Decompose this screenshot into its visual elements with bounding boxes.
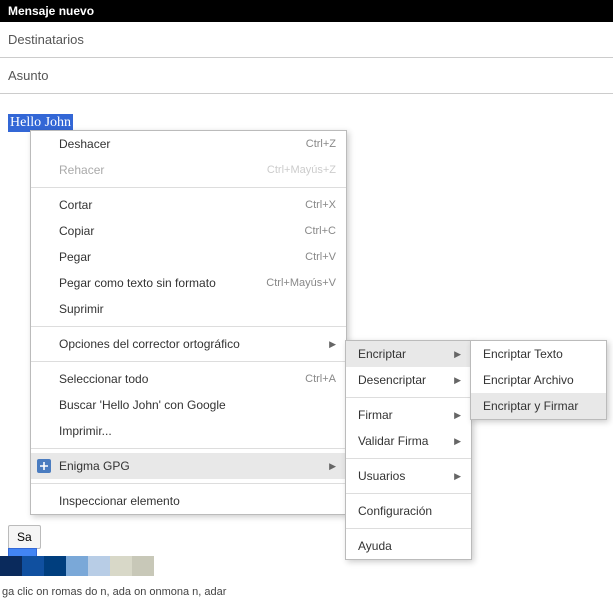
compose-toolbar: Sa <box>8 525 41 549</box>
menu-label: Pegar como texto sin formato <box>59 276 246 290</box>
chevron-right-icon: ▶ <box>454 410 461 421</box>
menu-shortcut: Ctrl+Mayús+V <box>266 277 336 289</box>
menu-label: Opciones del corrector ortográfico <box>59 337 321 351</box>
menu-shortcut: Ctrl+C <box>305 225 336 237</box>
enigma-submenu: Encriptar ▶ Desencriptar ▶ Firmar ▶ Vali… <box>345 340 472 560</box>
menu-inspect[interactable]: Inspeccionar elemento <box>31 488 346 514</box>
chevron-right-icon: ▶ <box>329 461 336 472</box>
save-button[interactable]: Sa <box>8 525 41 549</box>
menu-paste[interactable]: Pegar Ctrl+V <box>31 244 346 270</box>
menu-separator <box>31 483 346 484</box>
color-swatch[interactable] <box>132 556 154 576</box>
menu-shortcut: Ctrl+Mayús+Z <box>267 164 336 176</box>
subject-placeholder: Asunto <box>8 68 48 83</box>
color-swatch[interactable] <box>0 556 22 576</box>
menu-label: Suprimir <box>59 302 336 316</box>
chevron-right-icon: ▶ <box>454 471 461 482</box>
menu-shortcut: Ctrl+Z <box>306 138 336 150</box>
context-menu: Deshacer Ctrl+Z Rehacer Ctrl+Mayús+Z Cor… <box>30 130 347 515</box>
menu-paste-plain[interactable]: Pegar como texto sin formato Ctrl+Mayús+… <box>31 270 346 296</box>
menu-shortcut: Ctrl+V <box>305 251 336 263</box>
color-swatch[interactable] <box>88 556 110 576</box>
menu-validate-signature[interactable]: Validar Firma ▶ <box>346 428 471 454</box>
menu-users[interactable]: Usuarios ▶ <box>346 463 471 489</box>
recipients-field[interactable]: Destinatarios <box>0 22 613 58</box>
menu-label: Encriptar y Firmar <box>483 399 596 413</box>
subject-field[interactable]: Asunto <box>0 58 613 94</box>
menu-decrypt[interactable]: Desencriptar ▶ <box>346 367 471 393</box>
extension-icon <box>37 459 51 473</box>
menu-separator <box>346 397 471 398</box>
menu-print[interactable]: Imprimir... <box>31 418 346 444</box>
color-swatch[interactable] <box>66 556 88 576</box>
menu-label: Validar Firma <box>358 434 446 448</box>
menu-shortcut: Ctrl+X <box>305 199 336 211</box>
menu-spellcheck[interactable]: Opciones del corrector ortográfico ▶ <box>31 331 346 357</box>
menu-copy[interactable]: Copiar Ctrl+C <box>31 218 346 244</box>
menu-label: Encriptar Archivo <box>483 373 596 387</box>
menu-label: Usuarios <box>358 469 446 483</box>
chevron-right-icon: ▶ <box>454 436 461 447</box>
menu-encrypt-and-sign[interactable]: Encriptar y Firmar <box>471 393 606 419</box>
menu-redo: Rehacer Ctrl+Mayús+Z <box>31 157 346 183</box>
menu-label: Enigma GPG <box>59 459 321 473</box>
menu-configuration[interactable]: Configuración <box>346 498 471 524</box>
menu-label: Seleccionar todo <box>59 372 285 386</box>
menu-select-all[interactable]: Seleccionar todo Ctrl+A <box>31 366 346 392</box>
menu-label: Desencriptar <box>358 373 446 387</box>
menu-separator <box>346 528 471 529</box>
menu-label: Copiar <box>59 224 285 238</box>
menu-shortcut: Ctrl+A <box>305 373 336 385</box>
menu-separator <box>31 187 346 188</box>
menu-cut[interactable]: Cortar Ctrl+X <box>31 192 346 218</box>
menu-separator <box>31 448 346 449</box>
menu-delete[interactable]: Suprimir <box>31 296 346 322</box>
color-swatch[interactable] <box>22 556 44 576</box>
menu-label: Ayuda <box>358 539 461 553</box>
menu-sign[interactable]: Firmar ▶ <box>346 402 471 428</box>
encrypt-submenu: Encriptar Texto Encriptar Archivo Encrip… <box>470 340 607 420</box>
menu-label: Encriptar <box>358 347 446 361</box>
color-swatch-bar <box>0 556 154 576</box>
menu-label: Cortar <box>59 198 285 212</box>
chevron-right-icon: ▶ <box>454 375 461 386</box>
chevron-right-icon: ▶ <box>329 339 336 350</box>
menu-label: Inspeccionar elemento <box>59 494 336 508</box>
menu-separator <box>31 326 346 327</box>
compose-header: Mensaje nuevo <box>0 0 613 22</box>
chevron-right-icon: ▶ <box>454 349 461 360</box>
menu-encrypt-file[interactable]: Encriptar Archivo <box>471 367 606 393</box>
menu-label: Rehacer <box>59 163 247 177</box>
menu-encrypt-text[interactable]: Encriptar Texto <box>471 341 606 367</box>
menu-label: Buscar 'Hello John' con Google <box>59 398 336 412</box>
menu-label: Configuración <box>358 504 461 518</box>
menu-help[interactable]: Ayuda <box>346 533 471 559</box>
menu-label: Pegar <box>59 250 285 264</box>
window-title: Mensaje nuevo <box>8 4 94 18</box>
menu-search-google[interactable]: Buscar 'Hello John' con Google <box>31 392 346 418</box>
menu-separator <box>346 493 471 494</box>
recipients-placeholder: Destinatarios <box>8 32 84 47</box>
color-swatch[interactable] <box>110 556 132 576</box>
status-text: ga clic on romas do n, ada on onmona n, … <box>2 586 226 598</box>
menu-encrypt[interactable]: Encriptar ▶ <box>346 341 471 367</box>
color-swatch[interactable] <box>44 556 66 576</box>
menu-label: Deshacer <box>59 137 286 151</box>
menu-undo[interactable]: Deshacer Ctrl+Z <box>31 131 346 157</box>
menu-label: Encriptar Texto <box>483 347 596 361</box>
menu-separator <box>346 458 471 459</box>
menu-label: Firmar <box>358 408 446 422</box>
menu-separator <box>31 361 346 362</box>
menu-enigma-gpg[interactable]: Enigma GPG ▶ <box>31 453 346 479</box>
menu-label: Imprimir... <box>59 424 336 438</box>
